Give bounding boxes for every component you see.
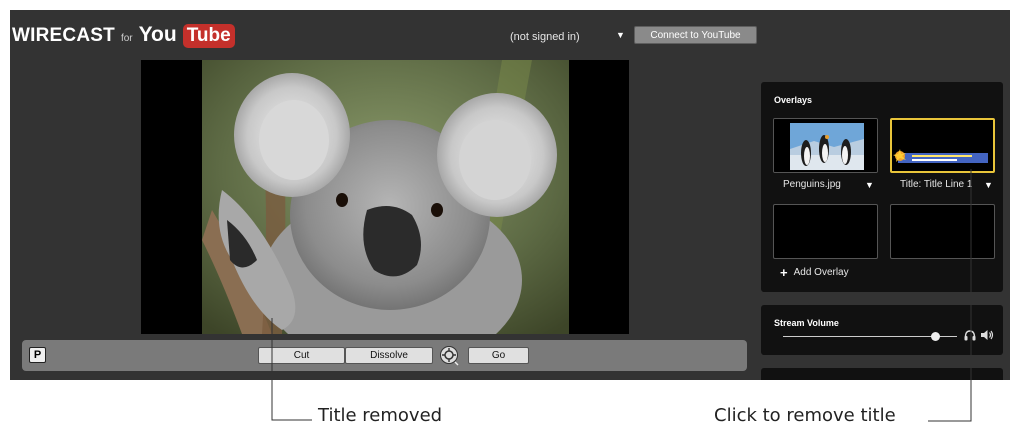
annotation-click-to-remove: Click to remove title [714, 405, 896, 426]
callout-line-left [271, 169, 972, 422]
annotation-title-removed: Title removed [318, 405, 443, 426]
